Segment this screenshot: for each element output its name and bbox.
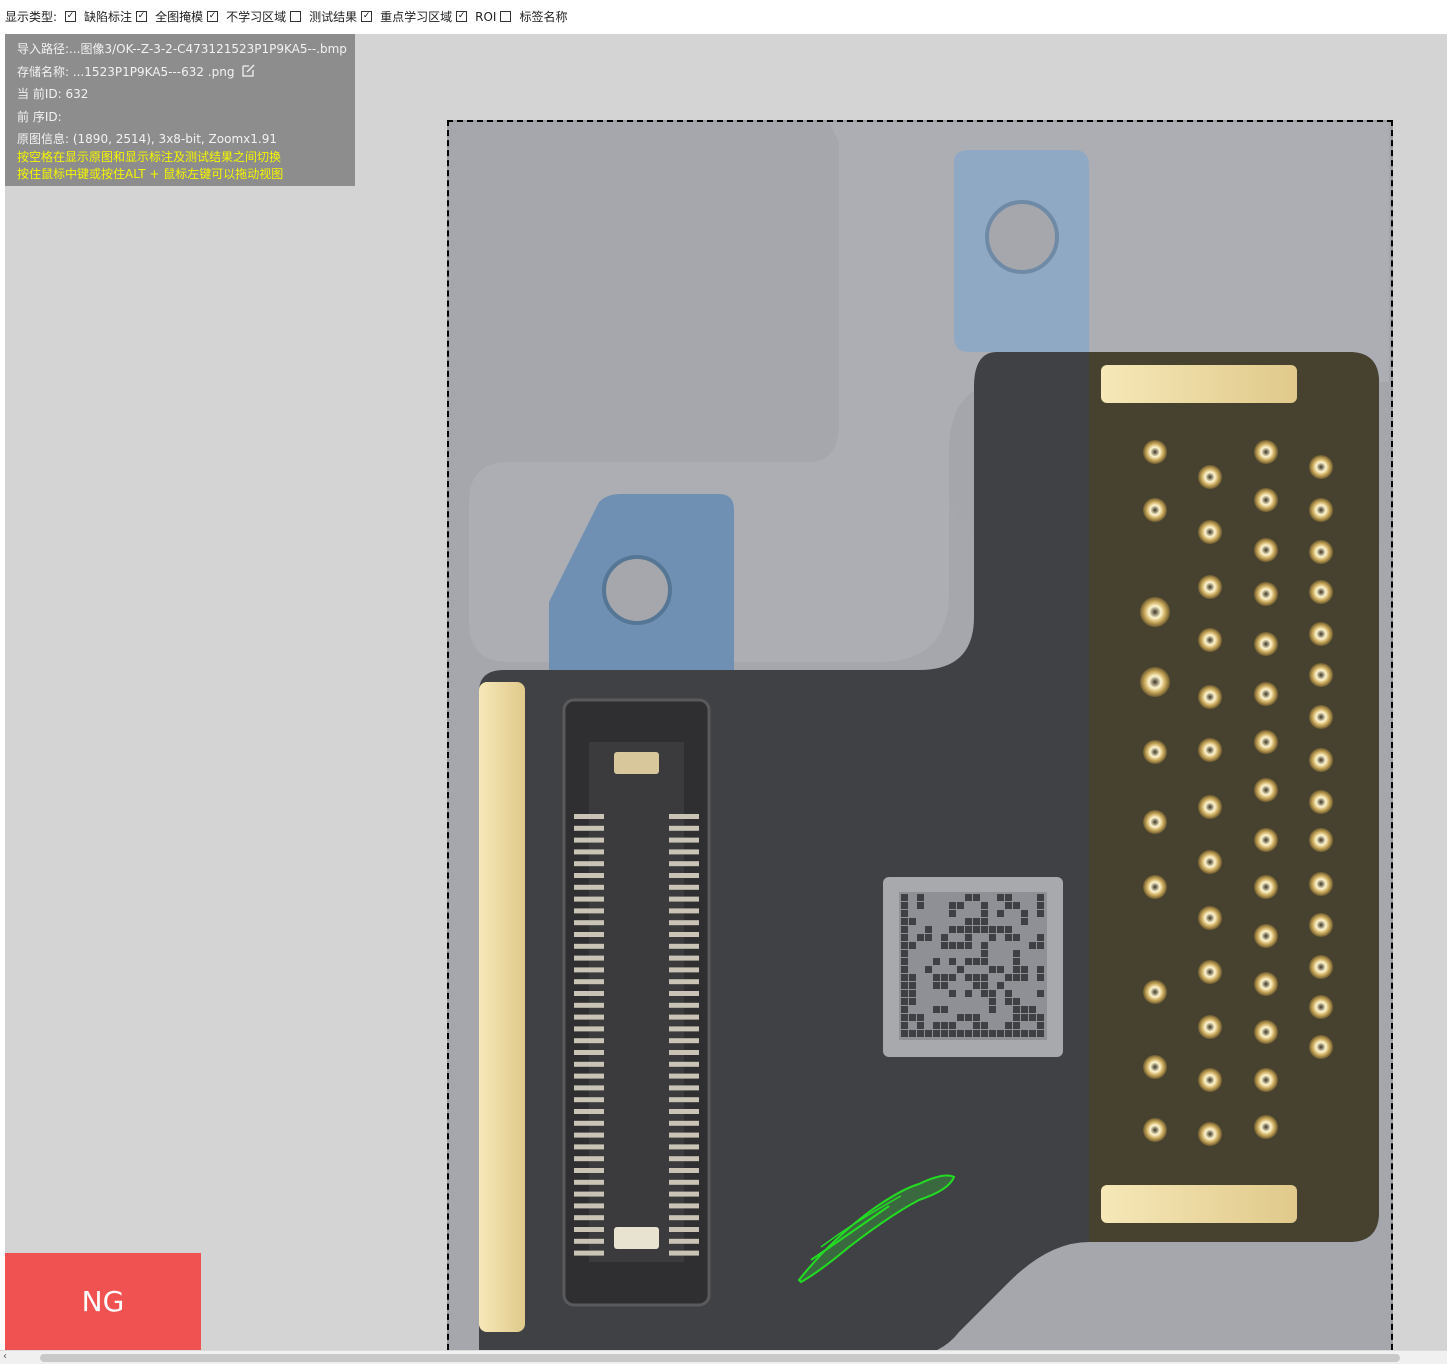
defect-annotation-checkbox[interactable]: ✓	[65, 11, 77, 22]
option-label[interactable]: 重点学习区域	[380, 8, 452, 25]
display-type-label: 显示类型:	[5, 10, 58, 24]
edit-icon[interactable]	[241, 63, 256, 83]
test-result-checkbox[interactable]	[290, 11, 302, 22]
save-name: 存储名称: ...1523P1P9KA5---632 .png	[17, 64, 235, 79]
option-no-learn-region[interactable]: ✓ 不学习区域	[207, 8, 286, 25]
option-label[interactable]: 缺陷标注	[84, 8, 132, 25]
option-roi[interactable]: ✓ ROI	[456, 10, 496, 24]
full-mask-checkbox[interactable]: ✓	[136, 11, 148, 22]
option-test-result[interactable]: 测试结果	[290, 8, 357, 25]
key-learn-region-checkbox[interactable]: ✓	[361, 11, 373, 22]
option-label[interactable]: 标签名称	[519, 8, 567, 25]
option-label[interactable]: 全图掩模	[155, 8, 203, 25]
option-label-name[interactable]: 标签名称	[500, 8, 567, 25]
result-ng-badge: NG	[5, 1253, 201, 1350]
hint-space-toggle: 按空格在显示原图和显示标注及测试结果之间切换	[17, 150, 282, 164]
horizontal-scrollbar[interactable]: ‹	[0, 1350, 1447, 1364]
scroll-left-arrow-icon[interactable]: ‹	[3, 1351, 7, 1362]
save-name-row: 存储名称: ...1523P1P9KA5---632 .png	[17, 63, 355, 86]
hint-drag-view: 按住鼠标中键或按住ALT + 鼠标左键可以拖动视图	[17, 167, 284, 181]
option-label[interactable]: ROI	[475, 10, 496, 24]
previous-id: 前 序ID:	[17, 109, 62, 124]
option-defect-annotation[interactable]: ✓ 缺陷标注	[65, 8, 132, 25]
roi-checkbox[interactable]: ✓	[456, 11, 468, 22]
image-info: 原图信息: (1890, 2514), 3x8-bit, Zoomx1.91	[17, 132, 277, 146]
image-viewport[interactable]: 导入路径:...图像3/OK--Z-3-2-C473121523P1P9KA5-…	[5, 34, 1447, 1350]
option-label[interactable]: 测试结果	[309, 8, 357, 25]
inspection-image	[449, 122, 1391, 1350]
option-label[interactable]: 不学习区域	[226, 8, 286, 25]
option-key-learn-region[interactable]: ✓ 重点学习区域	[361, 8, 452, 25]
no-learn-region-checkbox[interactable]: ✓	[207, 11, 219, 22]
import-path: 导入路径:...图像3/OK--Z-3-2-C473121523P1P9KA5-…	[17, 42, 347, 56]
scrollbar-thumb[interactable]	[40, 1354, 1400, 1362]
image-roi-frame[interactable]	[447, 120, 1393, 1350]
image-info-panel: 导入路径:...图像3/OK--Z-3-2-C473121523P1P9KA5-…	[5, 34, 355, 186]
option-full-mask[interactable]: ✓ 全图掩模	[136, 8, 203, 25]
display-type-toolbar: 显示类型: ✓ 缺陷标注 ✓ 全图掩模 ✓ 不学习区域 测试结果 ✓ 重点学习区…	[0, 0, 1447, 33]
current-id: 当 前ID: 632	[17, 87, 89, 101]
label-name-checkbox[interactable]	[500, 11, 512, 22]
